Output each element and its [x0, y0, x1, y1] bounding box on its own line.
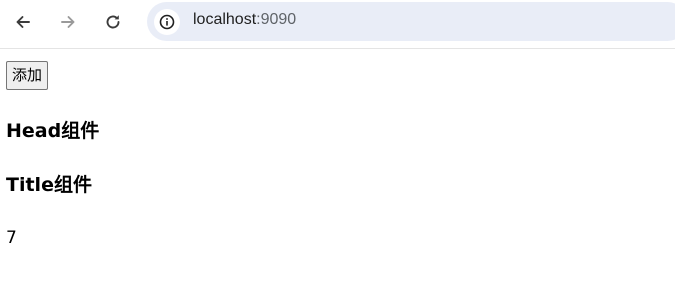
address-bar[interactable]: localhost:9090 — [147, 2, 675, 41]
reload-button[interactable] — [99, 8, 127, 36]
site-info-button[interactable] — [154, 9, 180, 35]
back-arrow-icon — [16, 16, 30, 28]
url-text[interactable]: localhost:9090 — [193, 11, 296, 29]
head-component-heading: Head组件 — [6, 120, 100, 142]
forward-arrow-icon — [61, 16, 75, 28]
url-port: :9090 — [256, 11, 297, 28]
back-button[interactable] — [9, 8, 37, 36]
title-component-heading: Title组件 — [6, 174, 92, 196]
forward-button[interactable] — [54, 8, 82, 36]
count-value: 7 — [6, 228, 17, 248]
page-content: 添加 Head组件 Title组件 7 — [0, 50, 675, 299]
reload-icon — [106, 15, 120, 29]
browser-toolbar: localhost:9090 — [0, 0, 675, 49]
url-host: localhost — [193, 11, 257, 28]
info-icon — [159, 14, 175, 30]
add-button[interactable]: 添加 — [6, 61, 49, 90]
